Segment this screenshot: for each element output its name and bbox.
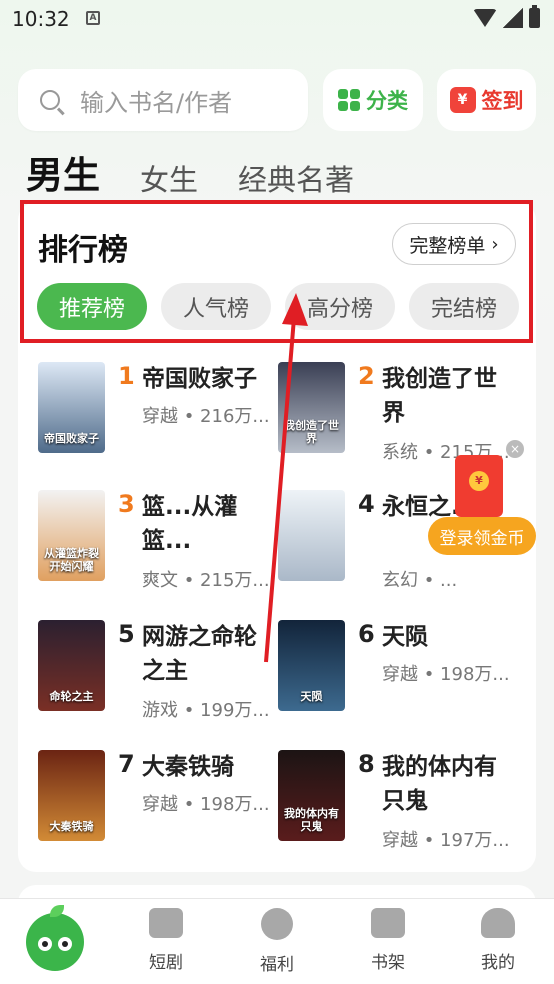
cover-text: 我的体内有只鬼 bbox=[284, 807, 339, 833]
book-rank: 8 bbox=[358, 750, 375, 778]
category-button[interactable]: 分类 bbox=[323, 69, 423, 131]
cover-text: 从灌篮炸裂开始闪耀 bbox=[44, 547, 99, 573]
nav-label: 书架 bbox=[371, 953, 405, 973]
search-bar[interactable]: 输入书名/作者 bbox=[18, 69, 308, 131]
book-cover: 大秦铁骑 bbox=[38, 750, 105, 841]
book-title: 网游之命轮之主 bbox=[142, 624, 257, 684]
book-meta: 游戏 • 199万... bbox=[142, 700, 270, 721]
book-meta: 穿越 • 198万... bbox=[382, 664, 510, 685]
book-rank: 7 bbox=[118, 750, 135, 778]
search-input[interactable]: 输入书名/作者 bbox=[80, 83, 232, 118]
book-item[interactable]: 天陨 6 天陨 穿越 • 198万... bbox=[278, 620, 518, 740]
tab-popular[interactable]: 人气榜 bbox=[161, 283, 272, 330]
chevron-right-icon: › bbox=[491, 233, 499, 255]
notification-icon: A bbox=[86, 11, 100, 25]
system-icons bbox=[473, 5, 540, 28]
mascot-icon[interactable] bbox=[26, 905, 84, 971]
book-cover: 天陨 bbox=[278, 620, 345, 711]
book-rank: 3 bbox=[118, 490, 135, 518]
book-meta: 穿越 • 197万... bbox=[382, 830, 510, 851]
book-item[interactable]: 大秦铁骑 7 大秦铁骑 穿越 • 198万... bbox=[38, 750, 278, 870]
book-cover: 帝国败家子 bbox=[38, 362, 105, 453]
book-title: 我的体内有只鬼 bbox=[382, 754, 497, 814]
nav-profile[interactable]: 我的 bbox=[458, 908, 538, 973]
book-rank: 1 bbox=[118, 362, 135, 390]
tab-recommended[interactable]: 推荐榜 bbox=[37, 283, 148, 330]
tab-completed[interactable]: 完结榜 bbox=[409, 283, 520, 330]
book-item[interactable]: 帝国败家子 1 帝国败家子 穿越 • 216万... bbox=[38, 362, 278, 482]
book-item[interactable]: 我的体内有只鬼 8 我的体内有只鬼 穿越 • 197万... bbox=[278, 750, 518, 870]
book-rank: 2 bbox=[358, 362, 375, 390]
cover-text: 天陨 bbox=[300, 690, 323, 703]
nav-label: 我的 bbox=[481, 953, 515, 973]
book-item[interactable]: 从灌篮炸裂开始闪耀 3 篮...从灌篮... 爽文 • 215万... bbox=[38, 490, 278, 610]
cover-text: 大秦铁骑 bbox=[49, 820, 94, 833]
book-meta: 穿越 • 198万... bbox=[142, 794, 270, 815]
signal-icon bbox=[503, 8, 523, 28]
tv-icon bbox=[149, 908, 183, 938]
nav-shortdrama[interactable]: 短剧 bbox=[126, 908, 206, 973]
book-title: 天陨 bbox=[382, 624, 428, 650]
book-meta: 玄幻 • ... bbox=[382, 570, 458, 591]
status-bar: 10:32 A bbox=[0, 0, 554, 40]
signin-label: 签到 bbox=[481, 89, 524, 113]
tab-female[interactable]: 女生 bbox=[140, 157, 198, 199]
book-rank: 5 bbox=[118, 620, 135, 648]
coin-icon: ¥ bbox=[469, 471, 489, 491]
login-gold-button[interactable]: 登录领金币 bbox=[428, 517, 536, 555]
book-title: 帝国败家子 bbox=[142, 366, 257, 392]
battery-icon bbox=[529, 5, 540, 28]
tab-classics[interactable]: 经典名著 bbox=[238, 157, 354, 199]
user-icon bbox=[481, 908, 515, 938]
book-title: 大秦铁骑 bbox=[142, 754, 234, 780]
nav-label: 短剧 bbox=[149, 953, 183, 973]
book-meta: 穿越 • 216万... bbox=[142, 406, 270, 427]
cover-text: 命轮之主 bbox=[49, 690, 94, 703]
full-list-button[interactable]: 完整榜单 › bbox=[392, 223, 516, 265]
book-title: 我创造了世界 bbox=[382, 366, 497, 426]
ranking-tabs: 推荐榜 人气榜 高分榜 完结榜 bbox=[37, 283, 523, 333]
book-cover bbox=[278, 490, 345, 581]
book-title: 篮...从灌篮... bbox=[142, 494, 238, 554]
signin-icon: ¥ bbox=[449, 87, 476, 113]
book-cover: 命轮之主 bbox=[38, 620, 105, 711]
cover-text: 帝国败家子 bbox=[44, 432, 99, 445]
book-meta: 爽文 • 215万... bbox=[142, 570, 270, 591]
search-icon bbox=[40, 90, 60, 110]
signin-button[interactable]: ¥ 签到 bbox=[437, 69, 536, 131]
book-rank: 6 bbox=[358, 620, 375, 648]
red-packet-icon[interactable]: ¥ bbox=[455, 455, 503, 517]
grid-icon bbox=[338, 89, 360, 111]
tab-top-rated[interactable]: 高分榜 bbox=[285, 283, 396, 330]
category-label: 分类 bbox=[366, 89, 408, 113]
book-cover: 我创造了世界 bbox=[278, 362, 345, 453]
nav-bookshelf[interactable]: 书架 bbox=[348, 908, 428, 973]
book-item[interactable]: 命轮之主 5 网游之命轮之主游戏 • 199万... bbox=[38, 620, 278, 740]
wifi-icon bbox=[473, 9, 497, 27]
gift-icon bbox=[261, 908, 293, 940]
full-list-label: 完整榜单 bbox=[409, 234, 486, 257]
gender-tabs: 男生 女生 经典名著 bbox=[26, 145, 394, 199]
ranking-title: 排行榜 bbox=[38, 233, 128, 268]
tab-male[interactable]: 男生 bbox=[26, 145, 100, 199]
book-cover: 我的体内有只鬼 bbox=[278, 750, 345, 841]
cover-text: 我创造了世界 bbox=[284, 419, 339, 445]
book-cover: 从灌篮炸裂开始闪耀 bbox=[38, 490, 105, 581]
close-icon[interactable]: × bbox=[506, 440, 524, 458]
book-rank: 4 bbox=[358, 490, 375, 518]
bookshelf-icon bbox=[371, 908, 405, 938]
nav-welfare[interactable]: 福利 bbox=[237, 908, 317, 975]
clock: 10:32 bbox=[12, 7, 70, 31]
nav-label: 福利 bbox=[260, 955, 294, 975]
